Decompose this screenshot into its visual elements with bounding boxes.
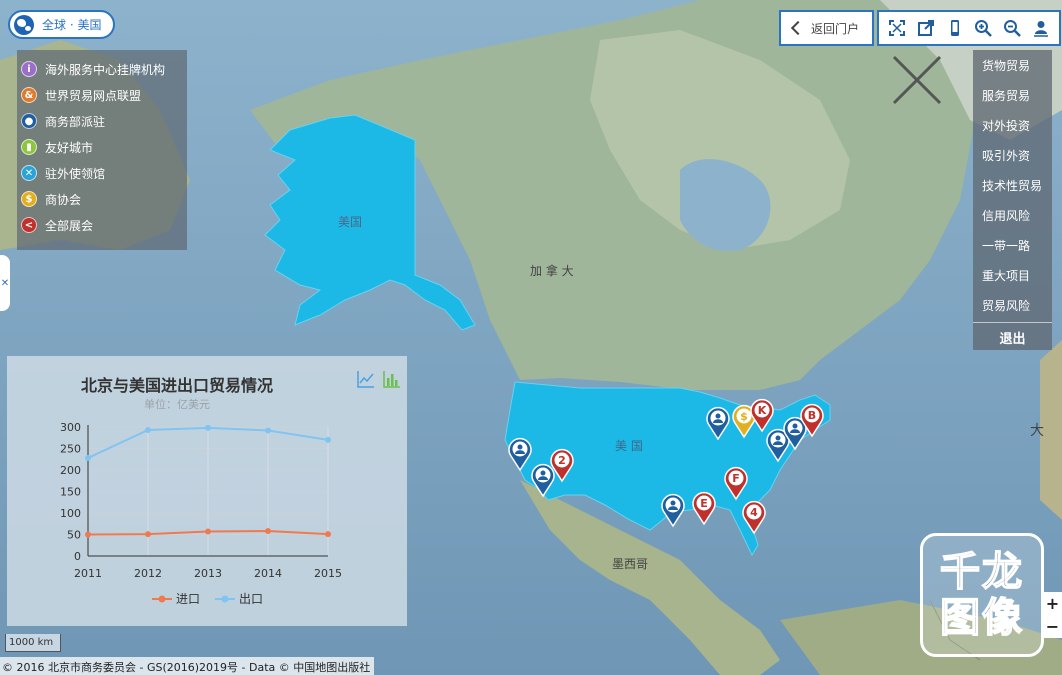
legend-item-label: 商协会 [45, 192, 82, 207]
y-tick-label: 250 [60, 443, 81, 456]
legend-item[interactable]: ▮ 友好城市 [21, 134, 187, 160]
data-point[interactable] [325, 531, 331, 538]
person-icon: ● [21, 113, 37, 129]
map-label-canada: 加 拿 大 [530, 263, 574, 278]
x-tick-label: 2014 [254, 567, 282, 580]
data-point[interactable] [205, 528, 211, 535]
info-icon: i [21, 61, 37, 77]
line-chart-icon[interactable] [357, 370, 375, 388]
menu-item[interactable]: 信用风险 [973, 200, 1052, 230]
marker-label: B [808, 409, 816, 422]
copyright-text: © 2016 北京市商务委员会 - GS(2016)2019号 - Data ©… [0, 657, 375, 675]
data-point[interactable] [145, 427, 151, 434]
menu-item[interactable]: 贸易风险 [973, 290, 1052, 320]
legend-item[interactable]: < 全部展会 [21, 212, 187, 238]
legend-item-label: 世界贸易网点联盟 [45, 88, 142, 103]
data-point[interactable] [85, 531, 91, 538]
menu-item[interactable]: 服务贸易 [973, 80, 1052, 110]
chart-title: 北京与美国进出口贸易情况 [80, 376, 273, 395]
chevron-left-icon [790, 20, 806, 36]
share-icon: < [21, 217, 37, 233]
scale-bar: 1000 km [5, 634, 61, 652]
marker-label: E [700, 497, 708, 510]
exit-button[interactable]: 退出 [973, 322, 1052, 352]
mobile-icon[interactable] [944, 17, 966, 39]
location-label: 全球 · 美国 [42, 18, 102, 32]
legend-label[interactable]: 出口 [239, 592, 263, 606]
x-tick-label: 2015 [314, 567, 342, 580]
chart-subtitle: 单位：亿美元 [144, 398, 210, 411]
menu-item[interactable]: 技术性贸易 [973, 170, 1052, 200]
legend-marker [221, 595, 229, 603]
map-toolbar [877, 10, 1061, 46]
legend-item[interactable]: ✕ 驻外使领馆 [21, 160, 187, 186]
watermark-line1: 千龙 [939, 548, 1024, 596]
dollar-icon: $ [21, 191, 37, 207]
data-point[interactable] [85, 454, 91, 461]
marker-label: $ [740, 410, 748, 423]
building-icon: ▮ [21, 139, 37, 155]
zoom-in-icon[interactable] [972, 17, 994, 39]
menu-item[interactable]: 对外投资 [973, 110, 1052, 140]
legend-item-label: 驻外使领馆 [45, 166, 106, 181]
y-tick-label: 150 [60, 486, 81, 499]
data-point[interactable] [265, 427, 271, 434]
x-tick-label: 2011 [74, 567, 102, 580]
collapse-tab[interactable]: ✕ [0, 255, 10, 311]
watermark-logo: 千龙 图像 [920, 533, 1044, 657]
zoom-control: + − [1043, 592, 1062, 638]
bar-chart-icon[interactable] [383, 370, 401, 388]
location-badge[interactable]: 全球 · 美国 [8, 10, 116, 39]
zoom-in-button[interactable]: + [1046, 594, 1059, 613]
map-label-alaska: 美国 [338, 215, 362, 229]
y-tick-label: 50 [67, 529, 81, 542]
export-icon[interactable] [915, 17, 937, 39]
menu-item[interactable]: 货物贸易 [973, 50, 1052, 80]
y-tick-label: 100 [60, 507, 81, 520]
locate-user-icon[interactable] [1030, 17, 1052, 39]
data-point[interactable] [265, 528, 271, 535]
legend-marker [158, 595, 166, 603]
marker-label: 4 [750, 506, 758, 519]
watermark-line2: 图像 [939, 594, 1024, 642]
x-tick-label: 2013 [194, 567, 222, 580]
back-to-portal-button[interactable]: 返回门户 [779, 10, 874, 46]
y-tick-label: 200 [60, 464, 81, 477]
legend-item[interactable]: ● 商务部派驻 [21, 108, 187, 134]
category-menu: 货物贸易 服务贸易 对外投资 吸引外资 技术性贸易 信用风险 一带一路 重大项目 贸易风险 退出 [973, 50, 1052, 350]
legend-item[interactable]: & 世界贸易网点联盟 [21, 82, 187, 108]
marker-label: F [732, 472, 740, 485]
y-tick-label: 300 [60, 421, 81, 434]
back-label: 返回门户 [811, 21, 860, 36]
data-point[interactable] [205, 424, 211, 431]
y-tick-label: 0 [74, 550, 81, 563]
close-icon[interactable] [892, 55, 942, 105]
fullscreen-icon[interactable] [886, 17, 908, 39]
map-label-usa: 美 国 [615, 439, 643, 453]
consulate-icon: ✕ [21, 165, 37, 181]
zoom-out-icon[interactable] [1001, 17, 1023, 39]
legend-item[interactable]: i 海外服务中心挂牌机构 [21, 56, 187, 82]
legend-item[interactable]: $ 商协会 [21, 186, 187, 212]
zoom-out-button[interactable]: − [1046, 617, 1059, 636]
map-label-partial: 大 [1030, 423, 1044, 439]
map-label-mexico: 墨西哥 [612, 557, 648, 571]
legend-item-label: 全部展会 [45, 218, 94, 233]
ampersand-icon: & [21, 87, 37, 103]
marker-label: K [758, 404, 767, 417]
legend-panel: i 海外服务中心挂牌机构 & 世界贸易网点联盟 ● 商务部派驻 ▮ 友好城市 ✕ 驻外使领馆 $ 商协… [17, 50, 187, 250]
menu-item[interactable]: 重大项目 [973, 260, 1052, 290]
legend-item-label: 商务部派驻 [45, 114, 106, 129]
x-tick-label: 2012 [134, 567, 162, 580]
legend-item-label: 友好城市 [45, 140, 94, 155]
data-point[interactable] [325, 436, 331, 443]
data-point[interactable] [145, 531, 151, 538]
marker-label: 2 [558, 454, 566, 467]
menu-item[interactable]: 吸引外资 [973, 140, 1052, 170]
trade-chart-panel: 0 50 100 150 200 250 300 2011 2012 2013 2014 2015 进口… [7, 356, 407, 626]
legend-item-label: 海外服务中心挂牌机构 [45, 62, 166, 77]
legend-label[interactable]: 进口 [176, 592, 200, 606]
menu-item[interactable]: 一带一路 [973, 230, 1052, 260]
globe-icon [14, 14, 34, 35]
